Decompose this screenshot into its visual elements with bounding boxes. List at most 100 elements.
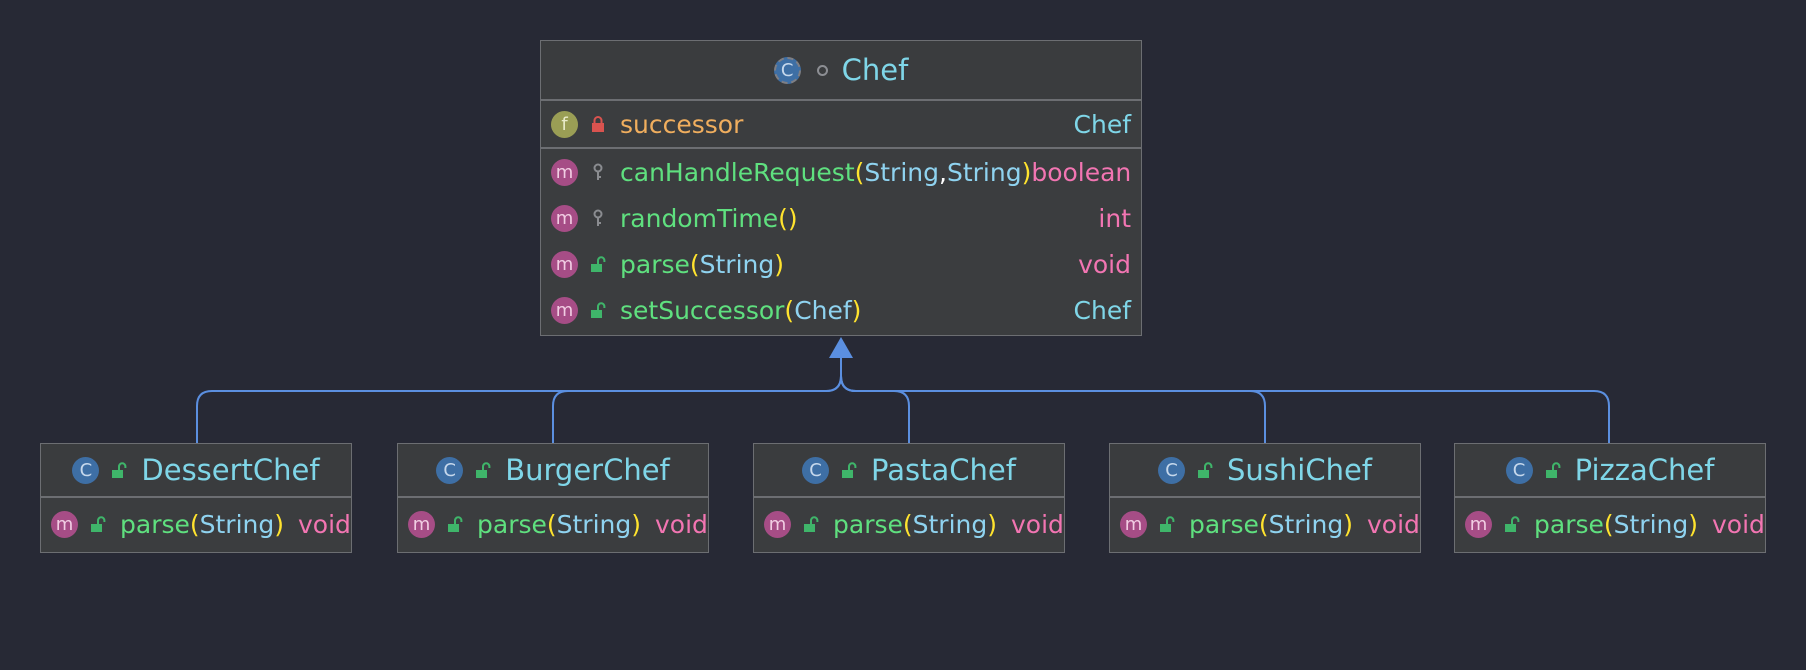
connector-pizzachef	[840, 358, 1610, 443]
method-icon: m	[764, 510, 791, 538]
class-name: Chef	[841, 53, 909, 87]
public-unlock-icon	[1504, 515, 1520, 533]
class-box-dessertchef[interactable]: C DessertChef m parse(String) void	[40, 443, 352, 553]
class-header: C PastaChef	[754, 444, 1064, 498]
param-type: String	[864, 157, 939, 187]
public-unlock-icon	[590, 255, 606, 273]
close-paren: )	[1688, 509, 1699, 539]
close-paren: )	[631, 509, 642, 539]
param-type: String	[1613, 509, 1689, 539]
field-type: Chef	[1073, 109, 1131, 139]
param-type: Chef	[794, 295, 852, 325]
return-type: void	[298, 509, 351, 539]
fields-section: f successor Chef	[541, 101, 1141, 149]
return-type: void	[1011, 509, 1064, 539]
protected-key-icon	[590, 209, 606, 227]
method-row[interactable]: m parse(String) void	[754, 498, 1064, 550]
public-unlock-icon	[1545, 461, 1561, 479]
method-icon: m	[1120, 510, 1147, 538]
public-unlock-icon	[475, 461, 491, 479]
uml-class-diagram: C Chef f successor Chef m canHandleReque…	[0, 0, 1806, 670]
private-lock-icon	[590, 115, 606, 133]
public-unlock-icon	[111, 461, 127, 479]
class-name: BurgerChef	[505, 453, 670, 487]
return-type: void	[655, 509, 708, 539]
method-icon: m	[551, 204, 578, 232]
class-icon: C	[1157, 456, 1185, 484]
close-paren: )	[774, 249, 785, 279]
public-unlock-icon	[590, 301, 606, 319]
public-unlock-icon	[1197, 461, 1213, 479]
param-type: String	[946, 157, 1022, 187]
field-name: successor	[620, 109, 744, 139]
method-name: setSuccessor	[620, 295, 785, 325]
public-unlock-icon	[447, 515, 463, 533]
class-name: SushiChef	[1226, 453, 1372, 487]
public-unlock-icon	[841, 461, 857, 479]
method-icon: m	[408, 510, 435, 538]
method-name: randomTime	[620, 203, 779, 233]
public-unlock-icon	[90, 515, 106, 533]
method-row[interactable]: m randomTime() int	[541, 195, 1141, 241]
field-icon: f	[551, 110, 578, 138]
method-name: parse	[620, 249, 690, 279]
method-icon: m	[551, 296, 578, 324]
method-name: parse	[833, 509, 903, 539]
open-paren: (	[189, 509, 200, 539]
param-type: String	[912, 509, 988, 539]
method-row[interactable]: m parse(String) void	[41, 498, 351, 550]
return-type: Chef	[1073, 295, 1131, 325]
open-paren: (	[546, 509, 557, 539]
param-type: String	[699, 249, 775, 279]
method-icon: m	[1465, 510, 1492, 538]
methods-section: m canHandleRequest(String, String) boolea…	[541, 149, 1141, 333]
public-unlock-icon	[1159, 515, 1175, 533]
class-icon: C	[436, 456, 464, 484]
method-icon: m	[51, 510, 78, 538]
open-paren: (	[1603, 509, 1614, 539]
method-row[interactable]: m parse(String) void	[541, 241, 1141, 287]
class-box-pastachef[interactable]: C PastaChef m parse(String) void	[753, 443, 1065, 553]
method-row[interactable]: m parse(String) void	[398, 498, 708, 550]
class-header: C DessertChef	[41, 444, 351, 498]
class-icon: C	[72, 456, 100, 484]
connector-dessertchef	[196, 358, 842, 443]
generalization-arrowhead	[829, 337, 853, 358]
method-row[interactable]: m parse(String) void	[1110, 498, 1420, 550]
class-header: C BurgerChef	[398, 444, 708, 498]
method-name: parse	[477, 509, 547, 539]
abstract-class-icon: C	[773, 56, 801, 84]
class-box-sushichef[interactable]: C SushiChef m parse(String) void	[1109, 443, 1421, 553]
field-row[interactable]: f successor Chef	[541, 101, 1141, 147]
open-paren: (	[902, 509, 913, 539]
method-row[interactable]: m parse(String) void	[1455, 498, 1765, 550]
return-type: int	[1098, 203, 1131, 233]
protected-key-icon	[590, 163, 606, 181]
method-name: parse	[1534, 509, 1604, 539]
open-paren: (	[1258, 509, 1269, 539]
close-paren: )	[274, 509, 285, 539]
method-row[interactable]: m setSuccessor(Chef) Chef	[541, 287, 1141, 333]
class-name: PastaChef	[871, 453, 1016, 487]
method-row[interactable]: m canHandleRequest(String, String) boolea…	[541, 149, 1141, 195]
close-paren: )	[1021, 157, 1032, 187]
return-type: void	[1712, 509, 1765, 539]
param-type: String	[1268, 509, 1344, 539]
static-dot-icon	[816, 64, 828, 76]
class-name: DessertChef	[141, 453, 320, 487]
open-paren: (	[854, 157, 865, 187]
class-box-burgerchef[interactable]: C BurgerChef m parse(String) void	[397, 443, 709, 553]
method-icon: m	[551, 158, 578, 186]
class-box-chef[interactable]: C Chef f successor Chef m canHandleReque…	[540, 40, 1142, 336]
open-paren: (	[784, 295, 795, 325]
return-type: void	[1078, 249, 1131, 279]
param-type: String	[556, 509, 632, 539]
method-name: canHandleRequest	[620, 157, 855, 187]
class-icon: C	[802, 456, 830, 484]
return-type: void	[1367, 509, 1420, 539]
close-paren: )	[987, 509, 998, 539]
connector-sushichef	[840, 358, 1266, 443]
class-box-pizzachef[interactable]: C PizzaChef m parse(String) void	[1454, 443, 1766, 553]
method-name: parse	[120, 509, 190, 539]
close-paren: )	[1343, 509, 1354, 539]
